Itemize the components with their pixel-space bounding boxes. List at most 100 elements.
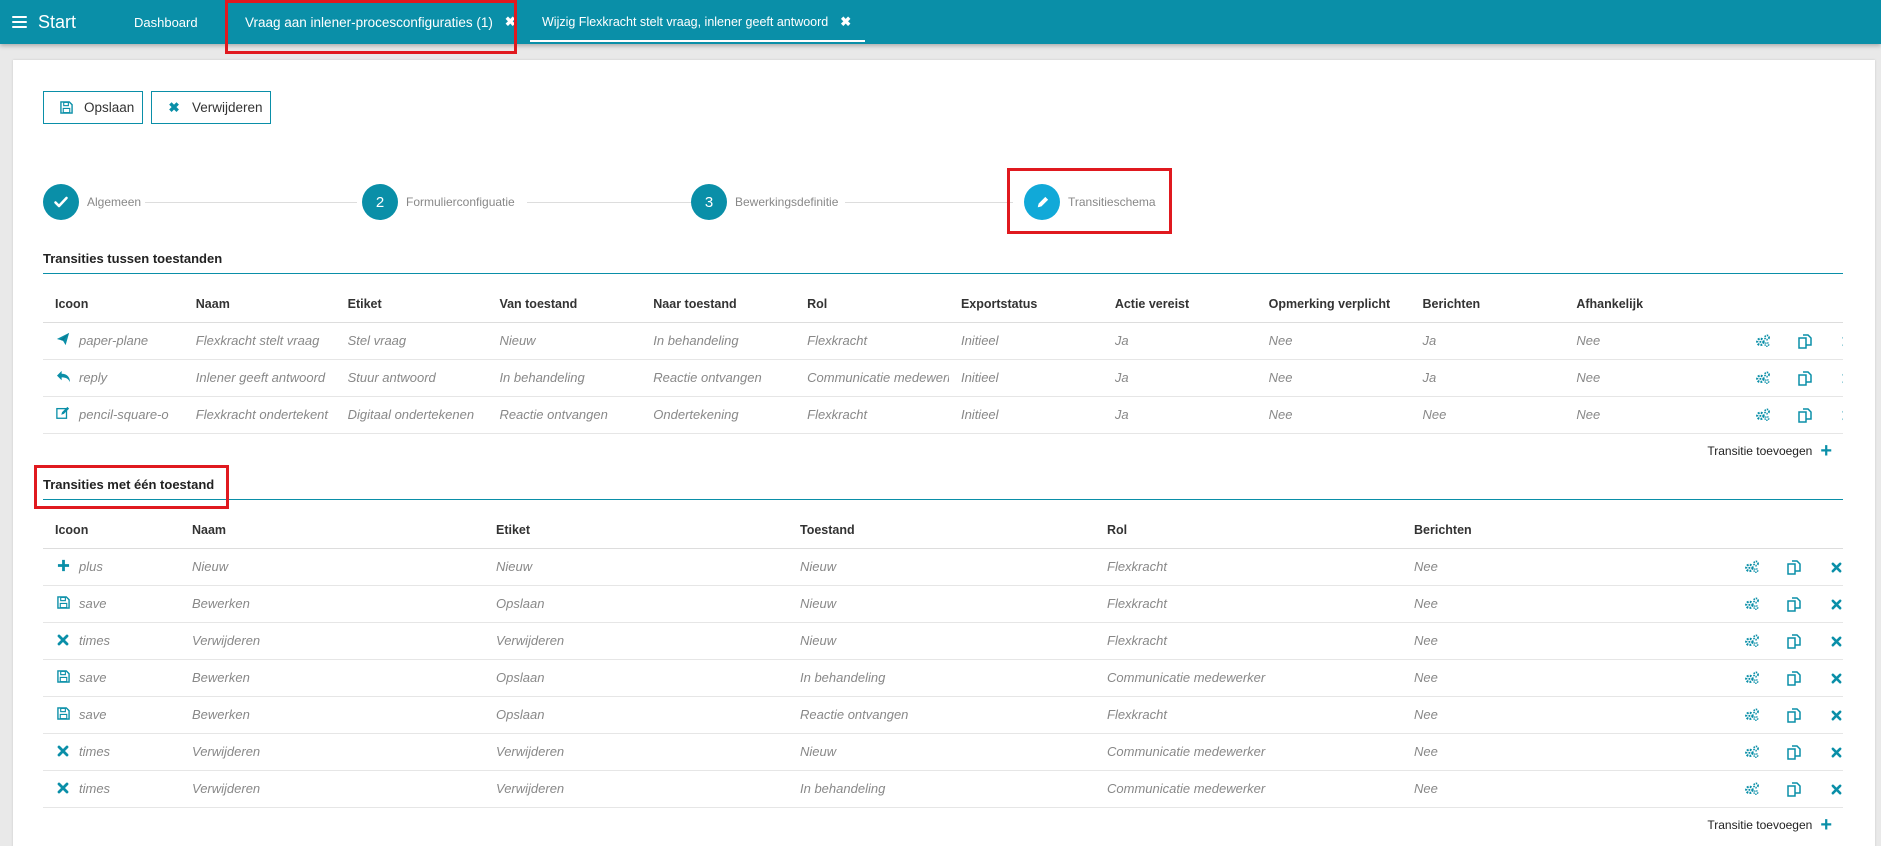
cell-export: Initieel	[948, 359, 1103, 397]
add-transition-link[interactable]: Transitie toevoegen +	[1707, 441, 1832, 461]
table-row[interactable]: save Bewerken Opslaan Reactie ontvangen Flex…	[43, 696, 1843, 734]
column-header: Naar toestand	[641, 286, 796, 323]
column-header: Opmerking verplicht	[1256, 286, 1411, 323]
cell-rol: Communicatie medewerker	[1095, 770, 1402, 808]
cell-icon: times	[43, 770, 180, 808]
table-row[interactable]: times Verwijderen Verwijderen In behandelin…	[43, 770, 1843, 808]
column-header: Rol	[795, 286, 949, 323]
cell-berichten: Nee	[1402, 770, 1707, 808]
cell-opmerking: Nee	[1256, 322, 1411, 360]
cogs-icon[interactable]	[1754, 334, 1772, 348]
cogs-icon[interactable]	[1743, 634, 1761, 648]
cell-berichten: Nee	[1402, 659, 1707, 697]
step-bewerkingsdefinitie[interactable]: 3 Bewerkingsdefinitie	[691, 184, 838, 220]
tab-vraag-procesconfiguraties[interactable]: Vraag aan inlener-procesconfiguraties (1…	[245, 0, 516, 44]
cell-berichten: Nee	[1402, 733, 1707, 771]
copy-icon[interactable]	[1785, 633, 1803, 649]
icon-name: paper-plane	[79, 333, 149, 349]
tab-label: Vraag aan inlener-procesconfiguraties (1…	[245, 14, 493, 30]
cell-berichten: Nee	[1402, 622, 1707, 660]
cell-toestand: In behandeling	[788, 770, 1095, 808]
cogs-icon[interactable]	[1754, 408, 1772, 422]
row-actions	[1707, 659, 1843, 697]
copy-icon[interactable]	[1785, 707, 1803, 723]
table-row[interactable]: save Bewerken Opslaan Nieuw Flexkracht Nee	[43, 585, 1843, 623]
save-button[interactable]: Opslaan	[43, 91, 143, 124]
copy-icon[interactable]	[1785, 781, 1803, 797]
add-transition-label: Transitie toevoegen	[1707, 818, 1813, 832]
cell-icon: reply	[43, 359, 184, 397]
column-header: Icoon	[43, 512, 180, 549]
times-icon[interactable]	[1827, 562, 1843, 573]
cell-actie: Ja	[1102, 359, 1257, 397]
times-icon[interactable]	[1827, 747, 1843, 758]
cell-toestand: Nieuw	[788, 585, 1095, 623]
table-row[interactable]: reply Inlener geeft antwoord Stuur antwoor…	[43, 359, 1843, 397]
times-icon[interactable]	[1827, 636, 1843, 647]
times-icon[interactable]	[1827, 599, 1843, 610]
cogs-icon[interactable]	[1743, 782, 1761, 796]
column-header: Naam	[183, 286, 336, 323]
add-transition-link[interactable]: Transitie toevoegen +	[1707, 815, 1832, 835]
icon-name: times	[79, 781, 111, 797]
row-actions	[1718, 322, 1843, 360]
copy-icon[interactable]	[1785, 596, 1803, 612]
step-transitieschema[interactable]: Transitieschema	[1024, 184, 1156, 220]
table-row[interactable]: save Bewerken Opslaan In behandeling Communi…	[43, 659, 1843, 697]
table-row[interactable]: times Verwijderen Verwijderen Nieuw Communic…	[43, 733, 1843, 771]
cell-naam: Verwijderen	[180, 770, 484, 808]
step-algemeen[interactable]: Algemeen	[43, 184, 141, 220]
cell-actie: Ja	[1102, 396, 1257, 434]
cell-export: Initieel	[948, 322, 1103, 360]
cogs-icon[interactable]	[1743, 745, 1761, 759]
copy-icon[interactable]	[1796, 407, 1814, 423]
cogs-icon[interactable]	[1754, 371, 1772, 385]
times-icon[interactable]	[1838, 410, 1843, 421]
table-row[interactable]: plus Nieuw Nieuw Nieuw Flexkracht Nee	[43, 548, 1843, 586]
cogs-icon[interactable]	[1743, 597, 1761, 611]
times-icon[interactable]	[1827, 673, 1843, 684]
tab-label: Wijzig Flexkracht stelt vraag, inlener g…	[542, 15, 829, 29]
cell-rol: Flexkracht	[795, 322, 949, 360]
cogs-icon[interactable]	[1743, 671, 1761, 685]
tab-dashboard[interactable]: Dashboard	[134, 0, 198, 44]
row-actions	[1718, 396, 1843, 434]
cell-etiket: Verwijderen	[484, 733, 788, 771]
table-row[interactable]: paper-plane Flexkracht stelt vraag Stel vr…	[43, 322, 1843, 360]
times-icon[interactable]	[1827, 710, 1843, 721]
close-icon[interactable]: ✖	[840, 14, 851, 30]
times-icon[interactable]	[1827, 784, 1843, 795]
stepper-connector	[845, 202, 1013, 203]
row-actions	[1707, 585, 1843, 623]
copy-icon[interactable]	[1796, 333, 1814, 349]
cell-rol: Flexkracht	[1095, 696, 1402, 734]
paper-plane-icon	[55, 332, 71, 349]
cell-icon: plus	[43, 548, 180, 586]
cell-naam: Bewerken	[180, 696, 484, 734]
copy-icon[interactable]	[1785, 559, 1803, 575]
step-formulierconfiguatie[interactable]: 2 Formulierconfiguatie	[362, 184, 515, 220]
times-icon[interactable]	[1838, 336, 1843, 347]
cogs-icon[interactable]	[1743, 560, 1761, 574]
start-menu-button[interactable]: Start	[12, 10, 76, 34]
cell-berichten: Nee	[1402, 548, 1707, 586]
save-icon	[55, 596, 71, 612]
section-title-een-toestand: Transities met één toestand	[43, 477, 215, 492]
cell-afhankelijk: Nee	[1564, 322, 1719, 360]
times-icon	[55, 782, 71, 797]
copy-icon[interactable]	[1785, 744, 1803, 760]
tab-wijzig-transitie[interactable]: Wijzig Flexkracht stelt vraag, inlener g…	[530, 0, 866, 44]
copy-icon[interactable]	[1785, 670, 1803, 686]
cell-toestand: In behandeling	[788, 659, 1095, 697]
delete-button[interactable]: ✖ Verwijderen	[151, 91, 271, 124]
cell-toestand: Nieuw	[788, 733, 1095, 771]
top-bar: Start Dashboard Vraag aan inlener-proces…	[0, 0, 1881, 44]
copy-icon[interactable]	[1796, 370, 1814, 386]
cogs-icon[interactable]	[1743, 708, 1761, 722]
table-row[interactable]: pencil-square-o Flexkracht ondertekent Dig…	[43, 396, 1843, 434]
close-icon[interactable]: ✖	[505, 14, 516, 30]
times-icon[interactable]	[1838, 373, 1843, 384]
table-row[interactable]: times Verwijderen Verwijderen Nieuw Flexkrac…	[43, 622, 1843, 660]
cell-icon: times	[43, 622, 180, 660]
cell-rol: Flexkracht	[1095, 585, 1402, 623]
